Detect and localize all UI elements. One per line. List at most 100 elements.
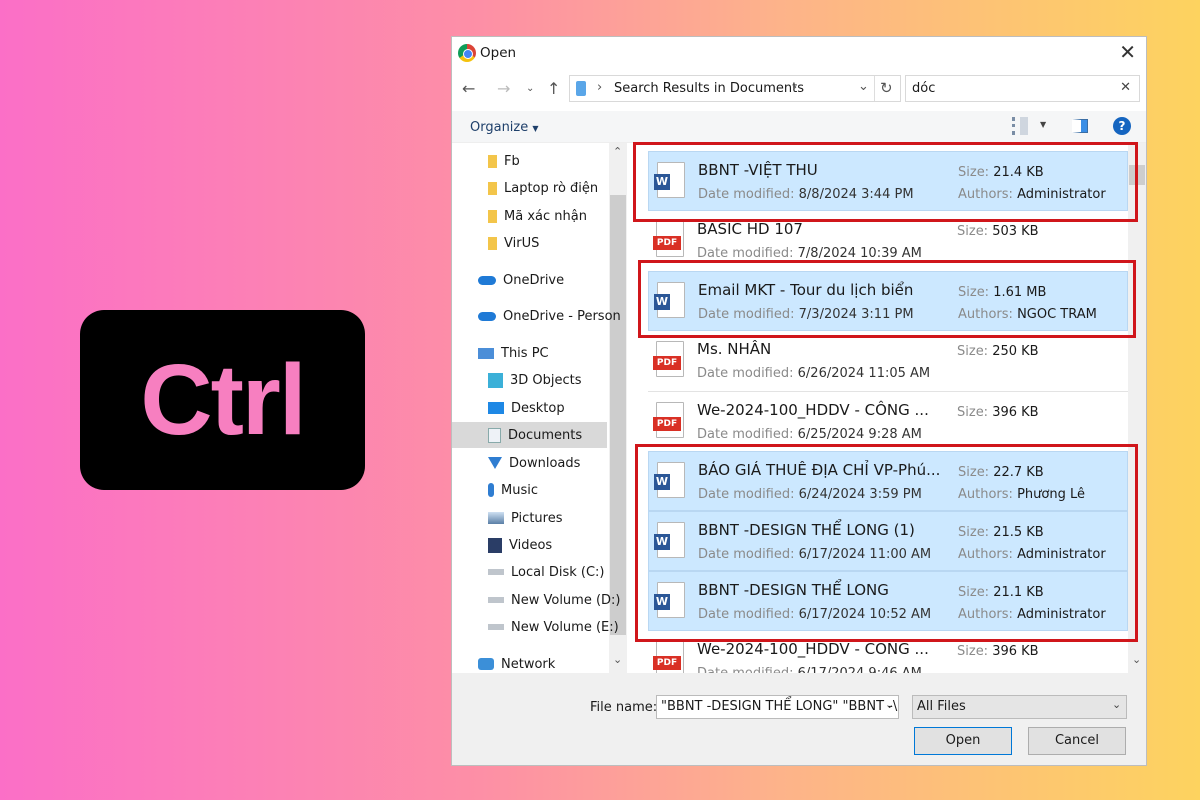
file-type-select[interactable]: All Files [912, 695, 1127, 719]
view-dropdown-icon[interactable]: ▼ [1040, 120, 1046, 129]
search-value: dóc [912, 81, 936, 96]
file-date-modified: Date modified: 6/17/2024 9:46 AM [697, 666, 922, 673]
sidebar-item-local-disk-c-[interactable]: Local Disk (C:) [488, 559, 604, 585]
sidebar-item-label: OneDrive [503, 272, 565, 288]
sidebar-item-label: This PC [501, 345, 549, 361]
file-name-input[interactable]: "BBNT -DESIGN THỂ LONG" "BBNT -\ [656, 695, 899, 719]
cloud-icon [478, 275, 496, 285]
sidebar-item-3d-objects[interactable]: 3D Objects [488, 367, 582, 393]
search-location-icon [576, 81, 586, 96]
organize-button[interactable]: Organize ▼ [470, 120, 539, 135]
help-icon[interactable]: ? [1113, 117, 1131, 135]
sidebar-item-new-volume-d-[interactable]: New Volume (D:) [488, 587, 621, 613]
sidebar-item-music[interactable]: Music [488, 477, 538, 503]
sidebar-item-laptop-r-i-n[interactable]: Laptop rò điện [488, 175, 598, 201]
address-bar[interactable]: › Search Results in Documents › ⌄ ↻ [569, 75, 901, 102]
ctrl-key-graphic: Ctrl [80, 310, 365, 490]
breadcrumb-chevron-icon: › [792, 80, 798, 95]
drive-icon [488, 569, 504, 575]
sidebar-item-label: Music [501, 482, 538, 498]
sidebar-item-pictures[interactable]: Pictures [488, 505, 562, 531]
pdf-file-icon: PDF [653, 341, 684, 377]
file-size: Size: 250 KB [957, 344, 1039, 359]
sidebar-item-label: Pictures [511, 510, 563, 526]
file-row[interactable]: PDF Ms. NHÂN Date modified: 6/26/2024 11:0… [648, 331, 1128, 391]
cube-icon [488, 372, 503, 388]
pictures-icon [488, 512, 504, 524]
file-row[interactable]: PDF We-2024-100_HDDV - CÔNG ... Date modif… [648, 391, 1128, 451]
scroll-up-icon[interactable]: ⌃ [613, 145, 622, 158]
dropdown-icon: ▼ [532, 124, 539, 133]
size-value: 396 KB [992, 405, 1039, 420]
open-button[interactable]: Open [914, 727, 1012, 755]
size-label: Size: [957, 344, 993, 359]
search-input[interactable]: dóc ✕ [905, 75, 1140, 102]
cancel-button[interactable]: Cancel [1028, 727, 1126, 755]
close-button[interactable]: ✕ [1119, 40, 1136, 64]
sidebar-item-label: Mã xác nhận [504, 208, 587, 224]
sidebar-item-label: New Volume (E:) [511, 619, 619, 635]
navigation-pane: ⌃ ⌄ Fb Laptop rò điện Mã xác nhận VirUS OneD… [452, 143, 628, 673]
open-file-dialog: Open ✕ ← → ⌄ ↑ › Search Results in Docum… [451, 36, 1147, 766]
sidebar-item-this-pc[interactable]: This PC [478, 340, 549, 366]
refresh-icon[interactable]: ↻ [880, 79, 893, 97]
highlight-box [633, 142, 1138, 222]
sidebar-item-label: Laptop rò điện [504, 180, 599, 196]
sidebar-scroll-thumb[interactable] [610, 195, 626, 635]
scroll-down-icon[interactable]: ⌄ [613, 653, 622, 666]
sidebar-item-label: Downloads [509, 455, 581, 471]
address-dropdown-icon[interactable]: ⌄ [858, 79, 869, 94]
date-label: Date modified: [697, 366, 798, 381]
sidebar-item-label: New Volume (D:) [511, 592, 621, 608]
clear-search-icon[interactable]: ✕ [1120, 80, 1131, 95]
sidebar-item-m-x-c-nh-n[interactable]: Mã xác nhận [488, 203, 587, 229]
forward-arrow-icon[interactable]: → [497, 79, 510, 98]
folder-icon [488, 209, 497, 223]
file-size: Size: 396 KB [957, 405, 1039, 420]
sidebar-item-downloads[interactable]: Downloads [488, 450, 580, 476]
sidebar-item-new-volume-e-[interactable]: New Volume (E:) [488, 614, 619, 640]
file-date-modified: Date modified: 7/8/2024 10:39 AM [697, 246, 922, 261]
highlight-box [638, 260, 1136, 338]
back-arrow-icon[interactable]: ← [462, 79, 475, 98]
date-label: Date modified: [697, 246, 798, 261]
up-arrow-icon[interactable]: ↑ [547, 79, 560, 98]
sidebar-item-fb[interactable]: Fb [488, 148, 520, 174]
computer-icon [478, 347, 494, 359]
sidebar-item-desktop[interactable]: Desktop [488, 395, 565, 421]
file-size: Size: 396 KB [957, 644, 1039, 659]
documents-icon [488, 427, 501, 443]
sidebar-item-label: Network [501, 656, 556, 672]
sidebar-item-documents[interactable]: Documents [452, 422, 607, 448]
pdf-file-icon: PDF [653, 402, 684, 438]
videos-icon [488, 537, 502, 553]
sidebar-item-virus[interactable]: VirUS [488, 230, 539, 256]
file-name-dropdown-icon[interactable]: ⌄ [885, 698, 894, 711]
file-size: Size: 503 KB [957, 224, 1039, 239]
sidebar-item-onedrive[interactable]: OneDrive [478, 267, 564, 293]
recent-chevron-icon[interactable]: ⌄ [526, 83, 534, 94]
date-label: Date modified: [697, 427, 798, 442]
file-name: Ms. NHÂN [697, 340, 772, 358]
file-name: We-2024-100_HDDV - CÔNG ... [697, 401, 929, 419]
date-value: 7/8/2024 10:39 AM [797, 246, 922, 261]
scroll-down-icon[interactable]: ⌄ [1132, 653, 1141, 666]
sidebar-item-videos[interactable]: Videos [488, 532, 552, 558]
sidebar-item-label: Documents [508, 427, 583, 443]
sidebar-item-label: Videos [509, 537, 553, 553]
sidebar-item-onedrive-person[interactable]: OneDrive - Person [478, 303, 621, 329]
breadcrumb-chevron-icon: › [597, 80, 603, 95]
highlight-box [635, 444, 1138, 642]
address-text: Search Results in Documents [614, 81, 804, 96]
sidebar-item-label: 3D Objects [510, 372, 582, 388]
dialog-footer: File name: "BBNT -DESIGN THỂ LONG" "BBNT… [452, 673, 1146, 765]
divider [874, 76, 875, 101]
preview-pane-icon[interactable] [1072, 119, 1088, 133]
file-name: BASIC HD 107 [697, 220, 803, 238]
file-type-dropdown-icon[interactable]: ⌄ [1112, 698, 1121, 711]
file-date-modified: Date modified: 6/26/2024 11:05 AM [697, 366, 930, 381]
sidebar-item-label: OneDrive - Person [503, 308, 621, 324]
view-options-icon[interactable] [1012, 117, 1028, 135]
dialog-title: Open [480, 45, 517, 61]
desktop-icon [488, 402, 504, 414]
